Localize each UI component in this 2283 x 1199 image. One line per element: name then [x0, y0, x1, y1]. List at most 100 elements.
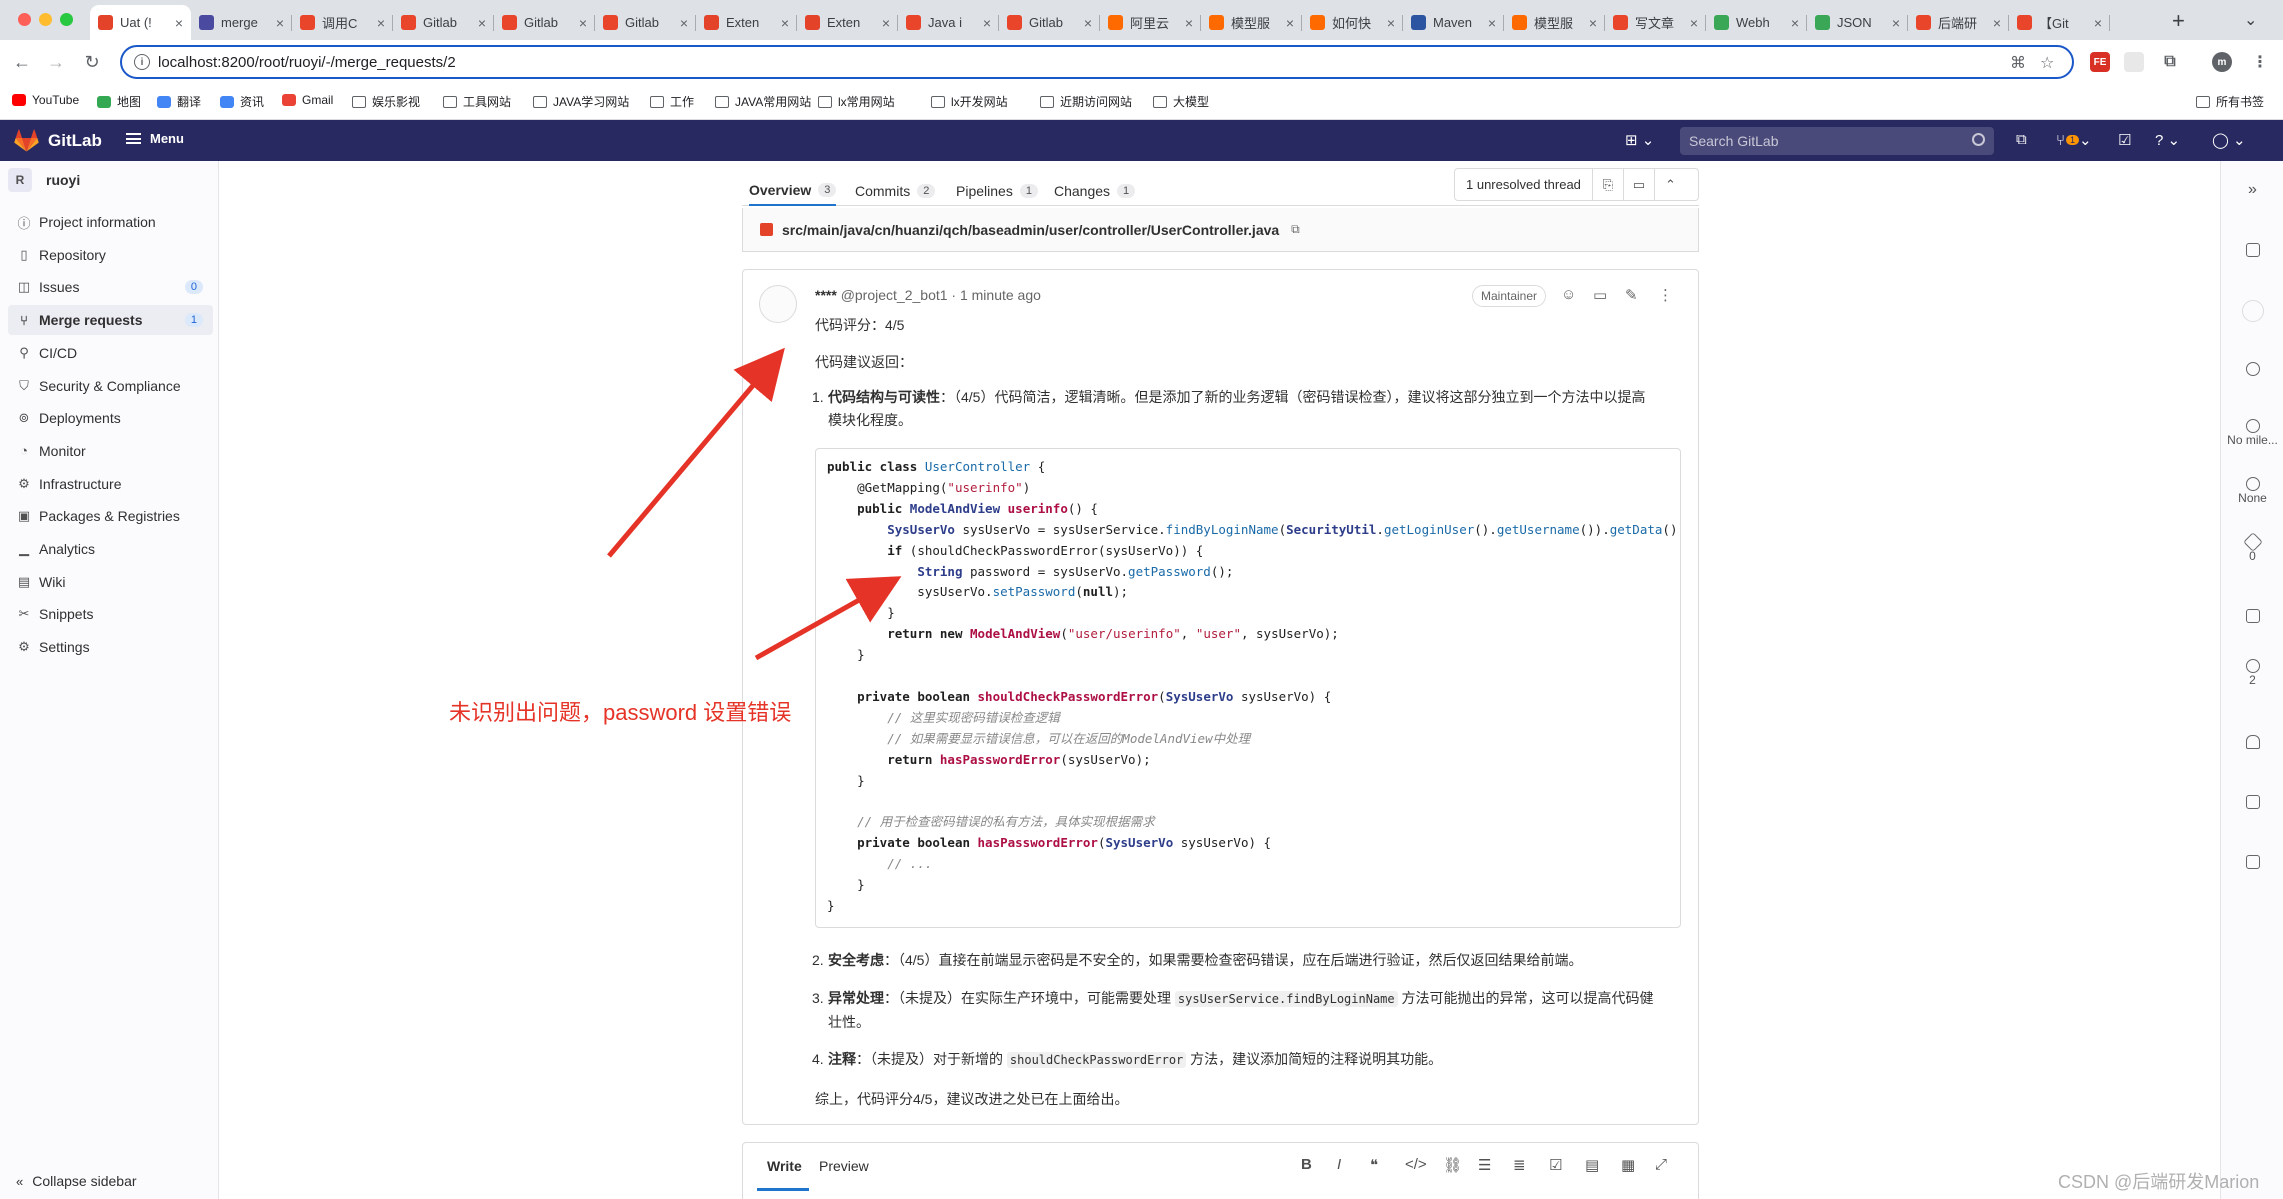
browser-tab[interactable]: Exten ×	[797, 5, 898, 40]
bookmark-item[interactable]: lx常用网站	[818, 93, 895, 110]
tab-search-chevron-icon[interactable]: ⌄	[2244, 10, 2257, 30]
forward-button[interactable]: →	[42, 48, 70, 76]
labels-section[interactable]: 0	[2221, 532, 2283, 563]
sidebar-item-ci-cd[interactable]: ⚲ CI/CD	[8, 338, 213, 368]
author-avatar[interactable]	[759, 285, 797, 323]
maximize-window-button[interactable]	[60, 13, 73, 26]
close-tab-icon[interactable]: ×	[983, 15, 991, 31]
close-tab-icon[interactable]: ×	[1791, 15, 1799, 31]
close-window-button[interactable]	[18, 13, 31, 26]
help-icon[interactable]: ? ⌄	[2155, 131, 2180, 149]
quote-icon[interactable]: ❝	[1370, 1156, 1378, 1174]
close-tab-icon[interactable]: ×	[1185, 15, 1193, 31]
chevron-up-icon[interactable]: ⌃	[1655, 169, 1686, 200]
browser-tab[interactable]: Exten ×	[696, 5, 797, 40]
menu-button[interactable]: Menu	[126, 131, 184, 146]
user-avatar-menu[interactable]: ◯ ⌄	[2212, 131, 2246, 149]
fullscreen-icon[interactable]: ⤢	[1655, 1156, 1667, 1173]
sidebar-item-issues[interactable]: ◫ Issues 0	[8, 272, 213, 302]
reload-button[interactable]: ↻	[78, 48, 106, 76]
bookmark-item[interactable]: lx开发网站	[931, 93, 1008, 110]
minimize-window-button[interactable]	[39, 13, 52, 26]
code-icon[interactable]: </>	[1405, 1156, 1427, 1173]
sidebar-item-monitor[interactable]: ◔ Monitor	[8, 436, 213, 466]
task-list-icon[interactable]: ☑	[1549, 1156, 1562, 1174]
back-button[interactable]: ←	[8, 48, 36, 76]
browser-tab[interactable]: 调用C ×	[292, 5, 393, 40]
notification-bell-icon[interactable]	[2221, 735, 2283, 749]
close-tab-icon[interactable]: ×	[2094, 15, 2102, 31]
close-tab-icon[interactable]: ×	[1690, 15, 1698, 31]
all-bookmarks[interactable]: 所有书签	[2196, 93, 2264, 110]
close-tab-icon[interactable]: ×	[1488, 15, 1496, 31]
copy-email-icon[interactable]	[2221, 855, 2283, 869]
site-info-icon[interactable]: i	[134, 54, 150, 70]
table-icon[interactable]: ▦	[1621, 1156, 1635, 1174]
bookmark-item[interactable]: JAVA学习网站	[533, 93, 629, 110]
close-tab-icon[interactable]: ×	[882, 15, 890, 31]
extension-fe-icon[interactable]: FE	[2090, 52, 2110, 72]
author-handle-time[interactable]: @project_2_bot1 · 1 minute ago	[841, 287, 1041, 303]
close-tab-icon[interactable]: ×	[377, 15, 385, 31]
time-tracking-section[interactable]: None	[2221, 477, 2283, 505]
close-tab-icon[interactable]: ×	[1589, 15, 1597, 31]
merge-requests-nav-icon[interactable]: ⑂ 1 ⌄	[2056, 131, 2092, 150]
copy-reference-icon[interactable]	[2221, 795, 2283, 809]
todos-nav-icon[interactable]: ☑	[2118, 131, 2131, 149]
bookmark-item[interactable]: JAVA常用网站	[715, 93, 811, 110]
close-tab-icon[interactable]: ×	[1892, 15, 1900, 31]
bookmark-item[interactable]: 大模型	[1153, 93, 1209, 110]
browser-tab[interactable]: JSON ×	[1807, 5, 1908, 40]
profile-avatar[interactable]: m	[2212, 52, 2232, 72]
emoji-reaction-icon[interactable]: ☺	[1561, 286, 1576, 303]
reply-icon[interactable]: ▭	[1593, 286, 1607, 304]
sidebar-item-wiki[interactable]: ▤ Wiki	[8, 567, 213, 597]
close-tab-icon[interactable]: ×	[276, 15, 284, 31]
gitlab-home-link[interactable]: GitLab	[14, 129, 102, 152]
bookmark-item[interactable]: 资讯	[220, 93, 264, 110]
address-url[interactable]: localhost:8200/root/ruoyi/-/merge_reques…	[158, 54, 456, 71]
browser-tab[interactable]: merge ×	[191, 5, 292, 40]
issues-nav-icon[interactable]: ⧉	[2016, 131, 2027, 148]
browser-tab[interactable]: Gitlab ×	[494, 5, 595, 40]
browser-tab[interactable]: 【Git ×	[2009, 5, 2110, 40]
resolve-all-icon[interactable]: ⎘	[1593, 169, 1624, 200]
search-input[interactable]: Search GitLab	[1680, 127, 1994, 155]
browser-tab[interactable]: Gitlab ×	[595, 5, 696, 40]
browser-tab[interactable]: Gitlab ×	[393, 5, 494, 40]
tab-changes[interactable]: Changes 1	[1054, 176, 1136, 206]
sidebar-item-merge-requests[interactable]: ⑂ Merge requests 1	[8, 305, 213, 336]
tab-commits[interactable]: Commits 2	[855, 176, 936, 206]
assignee-avatar-icon[interactable]	[2221, 300, 2283, 322]
reviewer-icon[interactable]	[2221, 362, 2283, 376]
edit-pencil-icon[interactable]: ✎	[1625, 286, 1638, 304]
extension-blank-icon[interactable]	[2124, 52, 2144, 72]
bookmark-item[interactable]: Gmail	[282, 93, 333, 107]
tab-overview[interactable]: Overview 3	[749, 176, 837, 206]
sidebar-item-project-information[interactable]: ⓘ Project information	[8, 207, 213, 237]
browser-tab[interactable]: Gitlab ×	[999, 5, 1100, 40]
bookmark-item[interactable]: 工具网站	[443, 93, 511, 110]
more-actions-icon[interactable]: ⋮	[1658, 286, 1673, 304]
bookmark-star-icon[interactable]: ☆	[2040, 53, 2054, 73]
sidebar-item-repository[interactable]: ▯ Repository	[8, 240, 213, 270]
browser-tab[interactable]: Webh ×	[1706, 5, 1807, 40]
close-tab-icon[interactable]: ×	[579, 15, 587, 31]
create-new-button[interactable]: ⊞ ⌄	[1625, 131, 1654, 149]
close-tab-icon[interactable]: ×	[1387, 15, 1395, 31]
sidebar-item-infrastructure[interactable]: ⚙ Infrastructure	[8, 469, 213, 499]
browser-tab[interactable]: Uat (! ×	[90, 5, 191, 40]
sidebar-item-packages-registries[interactable]: ▣ Packages & Registries	[8, 501, 213, 531]
author-name[interactable]: ****	[815, 287, 837, 303]
bookmark-item[interactable]: 地图	[97, 93, 141, 110]
sidebar-item-deployments[interactable]: ⊚ Deployments	[8, 403, 213, 433]
browser-tab[interactable]: 模型服 ×	[1201, 5, 1302, 40]
browser-tab[interactable]: 后端研 ×	[1908, 5, 2009, 40]
bookmark-item[interactable]: 近期访问网站	[1040, 93, 1132, 110]
browser-tab[interactable]: 阿里云 ×	[1100, 5, 1201, 40]
new-tab-button[interactable]: +	[2172, 8, 2185, 34]
milestone-section[interactable]: No mile...	[2221, 419, 2283, 447]
copy-path-icon[interactable]: ⧉	[1291, 222, 1300, 237]
close-tab-icon[interactable]: ×	[478, 15, 486, 31]
bookmark-item[interactable]: YouTube	[12, 93, 79, 107]
